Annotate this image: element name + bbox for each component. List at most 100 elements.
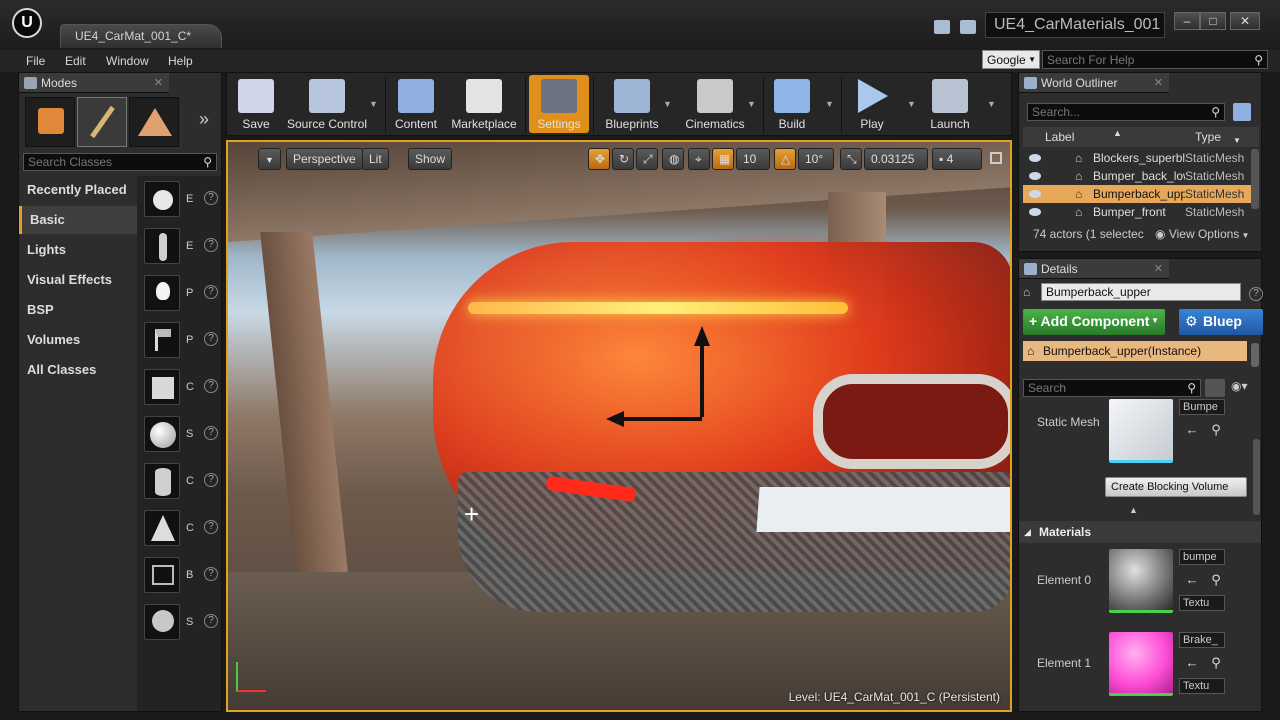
use-selected-arrow-icon[interactable]: ← xyxy=(1185,573,1199,587)
place-mode-button[interactable] xyxy=(25,97,75,147)
source-control-button[interactable]: Source Control xyxy=(283,75,371,133)
help-icon[interactable]: ? xyxy=(204,520,218,534)
collapse-arrow-icon[interactable]: ▲ xyxy=(1129,505,1138,515)
material-1-thumbnail[interactable] xyxy=(1109,632,1173,696)
visibility-eye-icon[interactable] xyxy=(1029,154,1041,162)
source-control-dropdown[interactable]: ▼ xyxy=(369,99,378,109)
rotation-snap-value[interactable]: 10° xyxy=(798,148,834,170)
class-item[interactable]: S? xyxy=(144,604,222,644)
visibility-eye-icon[interactable] xyxy=(1029,172,1041,180)
scale-tool-button[interactable]: ⤢ xyxy=(636,148,658,170)
help-icon[interactable]: ? xyxy=(204,614,218,628)
blueprints-button[interactable]: Blueprints xyxy=(597,75,667,133)
actor-name-field[interactable]: Bumperback_upper xyxy=(1041,283,1241,301)
build-dropdown[interactable]: ▼ xyxy=(825,99,834,109)
column-type[interactable]: Type xyxy=(1195,127,1221,147)
details-search-input[interactable]: Search ⚲ xyxy=(1023,379,1201,397)
world-space-button[interactable]: ◍ xyxy=(662,148,684,170)
marketplace-button[interactable]: Marketplace xyxy=(447,75,521,133)
search-classes-input[interactable]: Search Classes ⚲ xyxy=(23,153,217,171)
surface-snap-button[interactable]: ⌖ xyxy=(688,148,710,170)
category-visual-effects[interactable]: Visual Effects xyxy=(19,266,137,294)
help-icon[interactable]: ? xyxy=(204,379,218,393)
class-item[interactable]: P? xyxy=(144,275,222,315)
modes-tab[interactable]: Modes ✕ xyxy=(19,73,169,93)
close-icon[interactable]: ✕ xyxy=(154,73,163,93)
menu-file[interactable]: File xyxy=(26,50,45,72)
material-0-combo[interactable]: bumpe xyxy=(1179,549,1225,565)
materials-header[interactable]: ◢ Materials xyxy=(1019,521,1261,543)
gizmo-z-arrow-icon[interactable] xyxy=(694,326,710,346)
level-viewport[interactable]: + ▼ Perspective Lit Show ✥ ↻ ⤢ ◍ ⌖ ▦ 10 … xyxy=(226,140,1012,712)
content-button[interactable]: Content xyxy=(389,75,443,133)
texture-0-combo[interactable]: Textu xyxy=(1179,595,1225,611)
details-scrollbar[interactable] xyxy=(1253,439,1260,515)
maximize-button[interactable]: □ xyxy=(1200,12,1226,30)
category-volumes[interactable]: Volumes xyxy=(19,326,137,354)
gizmo-z-axis[interactable] xyxy=(700,337,704,417)
help-icon[interactable]: ? xyxy=(1249,287,1263,301)
landscape-mode-button[interactable] xyxy=(129,97,179,147)
browse-search-icon[interactable]: ⚲ xyxy=(1209,423,1223,437)
material-0-thumbnail[interactable] xyxy=(1109,549,1173,613)
rotate-tool-button[interactable]: ↻ xyxy=(612,148,634,170)
create-blocking-volume-button[interactable]: Create Blocking Volume xyxy=(1105,477,1247,497)
visibility-eye-icon[interactable] xyxy=(1029,190,1041,198)
lit-button[interactable]: Lit xyxy=(362,148,389,170)
save-button[interactable]: Save xyxy=(231,75,281,133)
outliner-row[interactable]: ⌂ Bumper_back_low StaticMesh xyxy=(1023,167,1251,185)
camera-speed-button[interactable]: ▪ 4 xyxy=(932,148,982,170)
add-component-button[interactable]: + Add Component ▼ xyxy=(1023,309,1165,335)
minimize-button[interactable]: – xyxy=(1174,12,1200,30)
close-icon[interactable]: ✕ xyxy=(1154,73,1163,93)
help-icon[interactable]: ? xyxy=(204,567,218,581)
help-icon[interactable]: ? xyxy=(204,426,218,440)
class-item[interactable]: E? xyxy=(144,228,222,268)
play-dropdown[interactable]: ▼ xyxy=(907,99,916,109)
component-scrollbar[interactable] xyxy=(1251,343,1259,367)
category-lights[interactable]: Lights xyxy=(19,236,137,264)
launch-dropdown[interactable]: ▼ xyxy=(987,99,996,109)
category-basic[interactable]: Basic xyxy=(19,206,137,234)
view-options-button[interactable]: ◉ View Options ▼ xyxy=(1155,227,1249,241)
browse-search-icon[interactable]: ⚲ xyxy=(1209,656,1223,670)
use-selected-arrow-icon[interactable]: ← xyxy=(1185,656,1199,670)
outliner-search-input[interactable]: Search... ⚲ xyxy=(1027,103,1225,121)
world-outliner-tab[interactable]: World Outliner ✕ xyxy=(1019,73,1169,93)
more-modes-icon[interactable]: » xyxy=(199,109,209,130)
class-item[interactable]: S? xyxy=(144,416,222,456)
static-mesh-combo[interactable]: Bumpe xyxy=(1179,399,1225,415)
menu-edit[interactable]: Edit xyxy=(65,50,86,72)
category-all-classes[interactable]: All Classes xyxy=(19,356,137,384)
outliner-row[interactable]: ⌂ Blockers_superbl StaticMesh xyxy=(1023,149,1251,167)
cinematics-button[interactable]: Cinematics xyxy=(679,75,751,133)
play-button[interactable]: Play xyxy=(845,75,899,133)
class-item[interactable]: C? xyxy=(144,510,222,550)
help-icon[interactable]: ? xyxy=(204,473,218,487)
scale-snap-value[interactable]: 0.03125 xyxy=(864,148,928,170)
help-icon[interactable]: ? xyxy=(204,285,218,299)
rotation-snap-toggle[interactable]: △ xyxy=(774,148,796,170)
category-recently-placed[interactable]: Recently Placed xyxy=(19,176,137,204)
grid-snap-toggle[interactable]: ▦ xyxy=(712,148,734,170)
close-icon[interactable]: ✕ xyxy=(1154,259,1163,279)
viewport-options-button[interactable]: ▼ xyxy=(258,148,281,170)
class-item[interactable]: P? xyxy=(144,322,222,362)
help-icon[interactable]: ? xyxy=(204,191,218,205)
static-mesh-thumbnail[interactable] xyxy=(1109,399,1173,463)
settings-button[interactable]: Settings xyxy=(529,75,589,133)
browse-search-icon[interactable]: ⚲ xyxy=(1209,573,1223,587)
category-bsp[interactable]: BSP xyxy=(19,296,137,324)
texture-1-combo[interactable]: Textu xyxy=(1179,678,1225,694)
details-tab[interactable]: Details ✕ xyxy=(1019,259,1169,279)
gizmo-x-axis[interactable] xyxy=(620,417,702,421)
column-label[interactable]: Label xyxy=(1045,127,1074,147)
help-search-input[interactable]: Search For Help ⚲ xyxy=(1042,50,1268,69)
feedback-icon[interactable] xyxy=(960,20,976,34)
gizmo-x-arrow-icon[interactable] xyxy=(606,411,624,427)
create-folder-icon[interactable] xyxy=(1233,103,1251,121)
unreal-logo-icon[interactable]: U xyxy=(12,8,42,38)
visibility-eye-icon[interactable] xyxy=(1029,208,1041,216)
maximize-viewport-icon[interactable] xyxy=(990,152,1002,164)
property-matrix-icon[interactable] xyxy=(1205,379,1225,397)
